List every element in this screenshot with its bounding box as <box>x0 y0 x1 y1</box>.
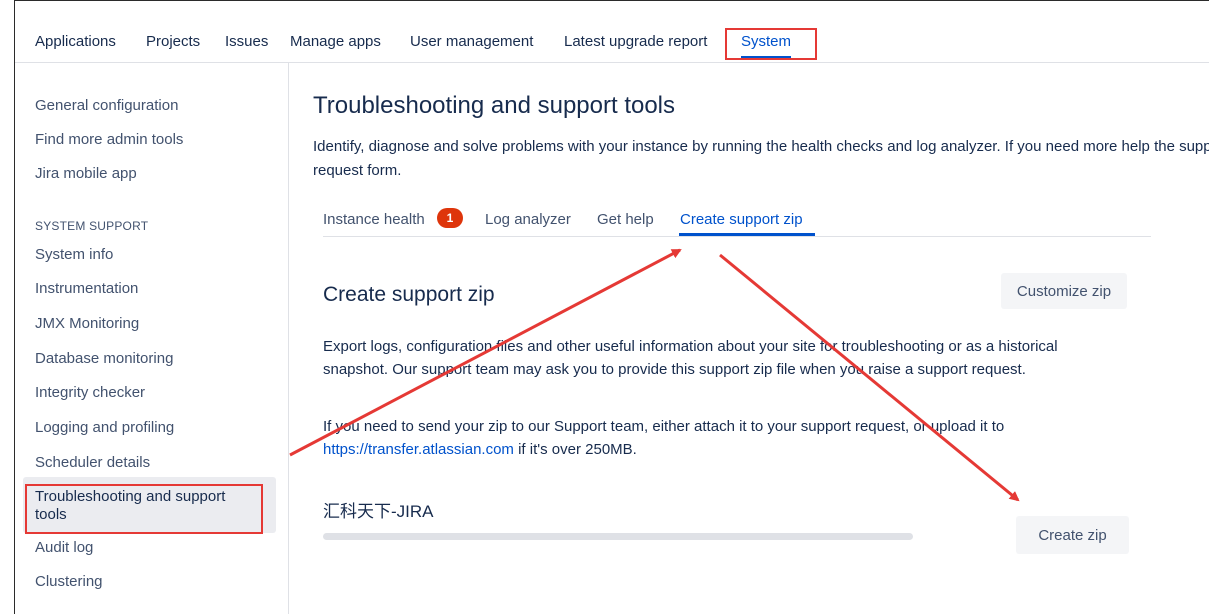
tab-active-indicator <box>679 233 815 236</box>
zip-progress-bar <box>323 533 913 540</box>
sidebar-item-integrity-checker[interactable]: Integrity checker <box>35 384 145 401</box>
sidebar-item-jira-mobile-app[interactable]: Jira mobile app <box>35 165 137 182</box>
upload-note-text: If you need to send your zip to our Supp… <box>323 418 1005 435</box>
tab-get-help[interactable]: Get help <box>597 211 654 228</box>
upload-note-suffix: if it's over 250MB. <box>513 441 637 458</box>
page-title: Troubleshooting and support tools <box>313 92 676 119</box>
annotation-highlight-troubleshooting <box>25 484 263 534</box>
instance-health-badge: 1 <box>437 208 463 228</box>
instance-name: 汇科天下-JIRA <box>323 502 434 521</box>
tab-log-analyzer[interactable]: Log analyzer <box>485 211 571 228</box>
annotation-highlight-system <box>725 28 817 60</box>
create-zip-button[interactable]: Create zip <box>1016 516 1129 554</box>
admin-page: Applications Projects Issues Manage apps… <box>14 0 1209 614</box>
sidebar-item-find-more-admin-tools[interactable]: Find more admin tools <box>35 131 183 148</box>
nav-projects[interactable]: Projects <box>146 33 200 50</box>
tab-instance-health-label: Instance health <box>323 211 425 228</box>
transfer-link[interactable]: https://transfer.atlassian.com <box>323 441 514 458</box>
sidebar-item-logging-and-profiling[interactable]: Logging and profiling <box>35 419 174 436</box>
sidebar-item-general-configuration[interactable]: General configuration <box>35 97 178 114</box>
admin-sidebar: General configuration Find more admin to… <box>15 63 289 614</box>
sidebar-section-heading: SYSTEM SUPPORT <box>35 219 149 233</box>
sidebar-item-instrumentation[interactable]: Instrumentation <box>35 280 138 297</box>
sidebar-item-clustering[interactable]: Clustering <box>35 573 103 590</box>
support-tools-tabs: Instance health 1 Log analyzer Get help … <box>323 208 1151 237</box>
sidebar-item-database-monitoring[interactable]: Database monitoring <box>35 350 173 367</box>
support-zip-description: Export logs, configuration files and oth… <box>323 338 1058 378</box>
tab-instance-health[interactable]: Instance health <box>323 211 425 228</box>
nav-applications[interactable]: Applications <box>35 33 116 50</box>
sidebar-item-scheduler-details[interactable]: Scheduler details <box>35 454 150 471</box>
admin-top-nav: Applications Projects Issues Manage apps… <box>15 1 1209 63</box>
tab-create-support-zip[interactable]: Create support zip <box>680 211 803 228</box>
page-description: Identify, diagnose and solve problems wi… <box>313 138 1209 179</box>
section-title: Create support zip <box>323 283 495 306</box>
nav-user-management[interactable]: User management <box>410 33 533 50</box>
main-content: Troubleshooting and support tools Identi… <box>289 63 1209 614</box>
nav-manage-apps[interactable]: Manage apps <box>290 33 381 50</box>
sidebar-item-jmx-monitoring[interactable]: JMX Monitoring <box>35 315 139 332</box>
sidebar-item-audit-log[interactable]: Audit log <box>35 539 93 556</box>
nav-latest-upgrade-report[interactable]: Latest upgrade report <box>564 33 707 50</box>
nav-issues[interactable]: Issues <box>225 33 268 50</box>
support-zip-upload-note: If you need to send your zip to our Supp… <box>323 415 1083 461</box>
customize-zip-button[interactable]: Customize zip <box>1001 273 1127 309</box>
sidebar-item-system-info[interactable]: System info <box>35 246 113 263</box>
